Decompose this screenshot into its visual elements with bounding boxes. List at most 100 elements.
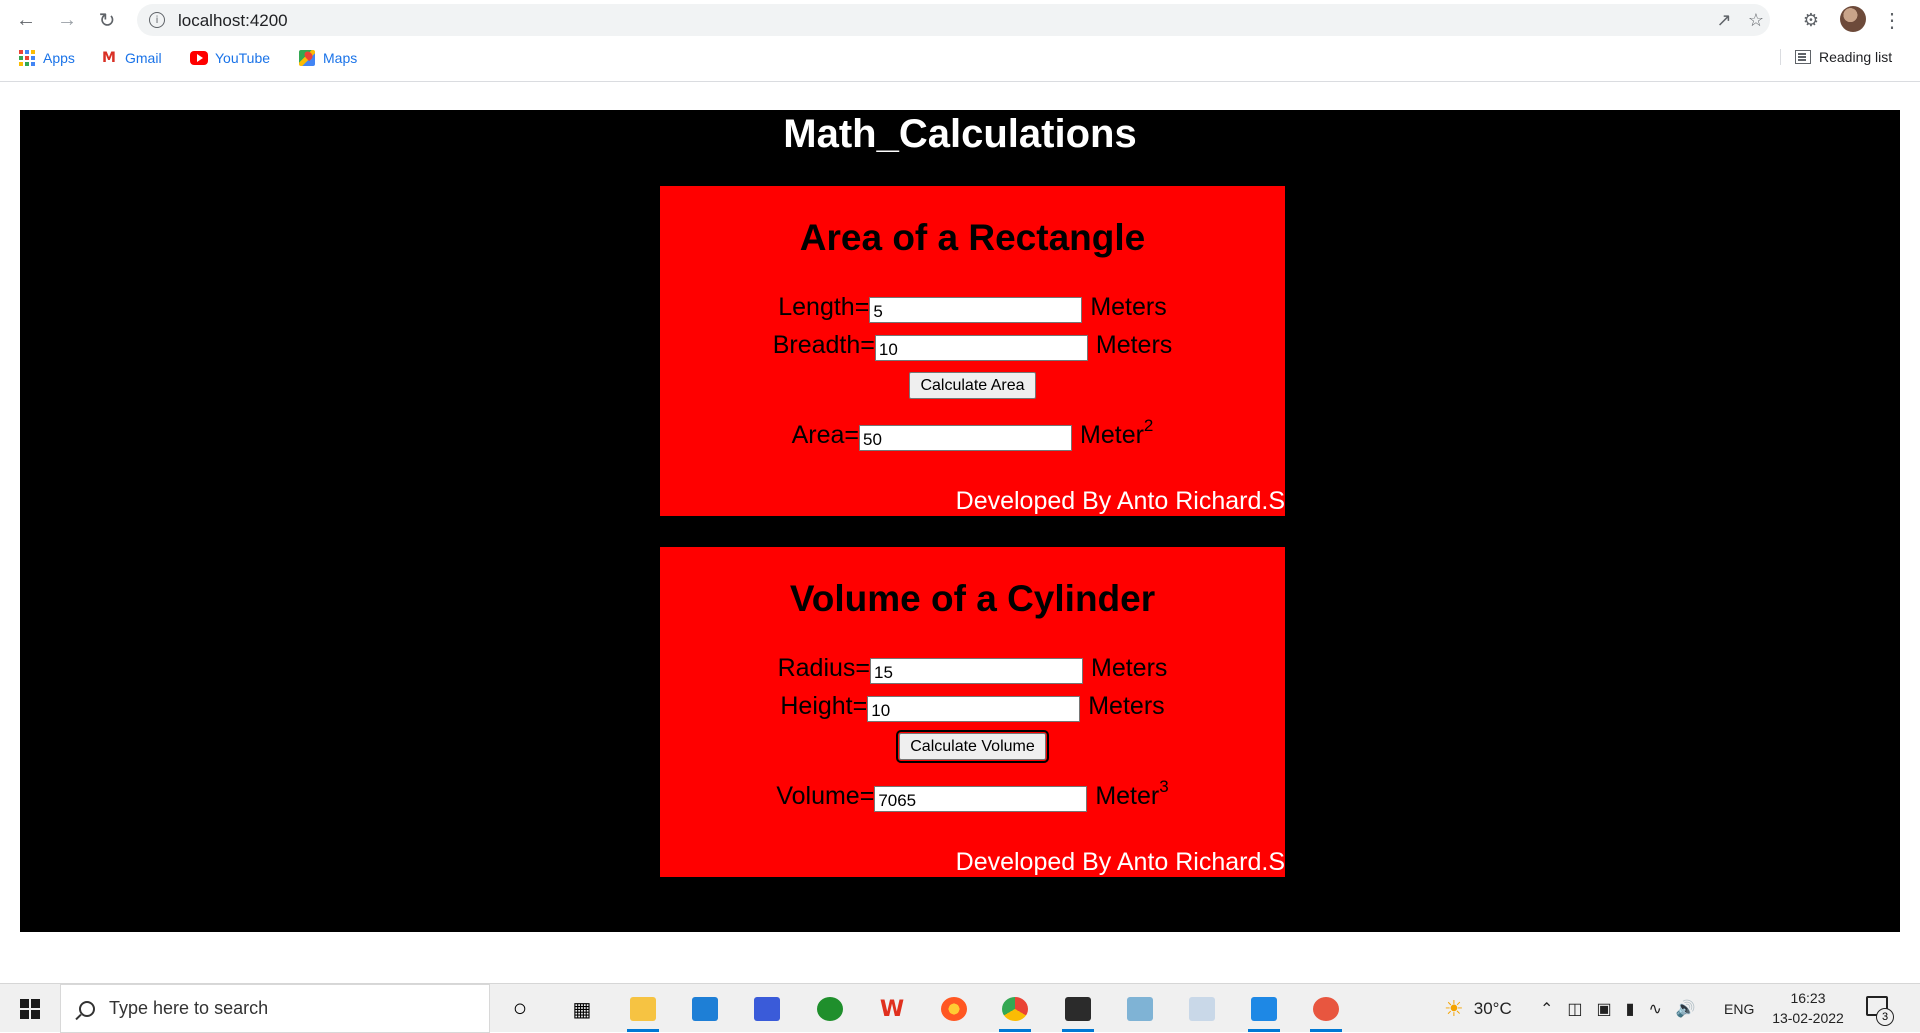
forward-icon[interactable]: → — [53, 6, 81, 34]
bookmark-maps[interactable]: Maps — [298, 49, 357, 67]
area-unit-text: Meter — [1080, 421, 1144, 449]
volume-row: Volume= Meter3 — [660, 773, 1285, 812]
apps-grid-icon — [18, 49, 36, 67]
area-label: Area= — [791, 421, 860, 449]
calculate-area-row: Calculate Area — [660, 372, 1285, 399]
card-title: Volume of a Cylinder — [789, 578, 1156, 619]
mail-icon[interactable] — [687, 992, 723, 1026]
bookmark-gmail[interactable]: M Gmail — [100, 49, 162, 67]
volume-unit-exponent: 3 — [1159, 777, 1169, 796]
reading-list-label: Reading list — [1819, 49, 1893, 65]
height-input[interactable] — [867, 696, 1081, 722]
length-label: Length= — [778, 293, 870, 321]
back-icon[interactable]: ← — [12, 6, 40, 34]
notification-badge: 3 — [1876, 1008, 1894, 1026]
volume-unit: Meter3 — [1095, 773, 1168, 810]
height-unit: Meters — [1088, 692, 1165, 720]
chrome-icon[interactable] — [997, 992, 1033, 1032]
wifi-icon[interactable]: ∿ — [1648, 999, 1661, 1019]
developer-credit: Developed By Anto Richard.S — [955, 848, 1285, 876]
app-container: Math_Calculations Area of a Rectangle Le… — [20, 110, 1900, 932]
radius-label: Radius= — [777, 654, 870, 682]
developer-credit: Developed By Anto Richard.S — [955, 487, 1285, 515]
radius-row: Radius= Meters — [660, 654, 1285, 684]
length-input[interactable] — [869, 297, 1083, 323]
youtube-icon — [190, 49, 208, 67]
search-placeholder: Type here to search — [109, 998, 269, 1018]
paint-icon[interactable] — [1184, 992, 1220, 1026]
cylinder-volume-card: Volume of a Cylinder Radius= Meters Heig… — [660, 547, 1285, 877]
volume-output[interactable] — [874, 786, 1088, 812]
taskbar-search[interactable]: Type here to search — [60, 984, 490, 1033]
area-row: Area= Meter2 — [660, 412, 1285, 451]
language-indicator[interactable]: ENG — [1724, 984, 1754, 1033]
reload-icon[interactable]: ↻ — [93, 6, 121, 34]
reading-list-icon — [1795, 50, 1811, 64]
area-output[interactable] — [859, 425, 1073, 451]
bookmark-star-icon[interactable]: ☆ — [1745, 9, 1767, 31]
url-text: localhost:4200 — [178, 11, 288, 30]
clock-time: 16:23 — [1790, 990, 1826, 1006]
xbox-icon[interactable] — [812, 992, 848, 1026]
windows-taskbar: Type here to search ○ ▦ W ☀ 30°C ⌃ ◫ ▣ ▮… — [0, 983, 1920, 1033]
tray-app-icon[interactable]: ▣ — [1597, 999, 1612, 1019]
breadth-label: Breadth= — [772, 331, 875, 359]
calculate-area-button[interactable]: Calculate Area — [909, 372, 1036, 399]
card-title: Area of a Rectangle — [799, 217, 1146, 258]
height-label: Height= — [780, 692, 868, 720]
windows-start-icon[interactable] — [20, 999, 40, 1019]
git-icon[interactable] — [1308, 992, 1344, 1032]
extensions-icon[interactable]: ⚙ — [1797, 6, 1825, 34]
bookmarks-bar: Apps M Gmail YouTube Maps Reading list — [0, 46, 1920, 72]
length-row: Length= Meters — [660, 293, 1285, 323]
breadth-unit: Meters — [1095, 331, 1173, 359]
powerautomate-icon[interactable] — [749, 992, 785, 1026]
volume-label: Volume= — [776, 782, 875, 810]
battery-icon[interactable]: ▮ — [1626, 999, 1635, 1019]
bookmark-label: Apps — [43, 50, 75, 66]
profile-avatar[interactable] — [1840, 6, 1866, 32]
clock[interactable]: 16:23 13-02-2022 — [1766, 988, 1850, 1028]
volume-icon[interactable]: 🔊 — [1676, 999, 1696, 1019]
site-info-icon[interactable]: i — [149, 12, 165, 28]
share-icon[interactable]: ↗ — [1713, 9, 1735, 31]
length-unit: Meters — [1090, 293, 1167, 321]
radius-unit: Meters — [1091, 654, 1168, 682]
file-explorer-icon[interactable] — [625, 992, 661, 1032]
maps-icon — [298, 49, 316, 67]
area-unit-exponent: 2 — [1143, 416, 1154, 435]
tray-device-icon[interactable]: ◫ — [1567, 999, 1582, 1019]
bookmark-apps[interactable]: Apps — [18, 49, 75, 67]
wps-office-icon[interactable]: W — [874, 992, 910, 1026]
radius-input[interactable] — [870, 658, 1083, 684]
rectangle-area-card: Area of a Rectangle Length= Meters Bread… — [660, 186, 1285, 516]
menu-kebab-icon[interactable]: ⋮ — [1878, 6, 1906, 34]
breadth-row: Breadth= Meters — [660, 331, 1285, 361]
tray-chevron-icon[interactable]: ⌃ — [1540, 999, 1553, 1019]
gmail-icon: M — [102, 50, 116, 66]
volume-unit-text: Meter — [1095, 782, 1160, 810]
app-title: Math_Calculations — [783, 112, 1137, 156]
calculate-volume-button[interactable]: Calculate Volume — [896, 730, 1049, 763]
weather-temp: 30°C — [1473, 998, 1512, 1018]
vscode-icon[interactable] — [1246, 992, 1282, 1032]
breadth-input[interactable] — [874, 335, 1088, 361]
bookmark-label: YouTube — [215, 50, 271, 66]
system-tray: ⌃ ◫ ▣ ▮ ∿ 🔊 — [1540, 984, 1696, 1033]
cortana-icon[interactable]: ○ — [502, 992, 538, 1026]
clock-date: 13-02-2022 — [1772, 1010, 1844, 1026]
address-bar[interactable]: i localhost:4200 ↗ ☆ — [137, 4, 1770, 36]
weather-widget[interactable]: ☀ 30°C — [1444, 984, 1512, 1033]
search-icon — [79, 1000, 95, 1017]
height-row: Height= Meters — [660, 692, 1285, 722]
area-unit: Meter2 — [1080, 412, 1153, 449]
firefox-icon[interactable] — [936, 992, 972, 1026]
calculate-volume-row: Calculate Volume — [660, 730, 1285, 763]
reading-list-button[interactable]: Reading list — [1780, 49, 1892, 65]
notepad-icon[interactable] — [1122, 992, 1158, 1026]
terminal-icon[interactable] — [1060, 992, 1096, 1032]
bookmark-youtube[interactable]: YouTube — [190, 49, 270, 67]
weather-icon: ☀ — [1444, 995, 1464, 1021]
task-view-icon[interactable]: ▦ — [564, 992, 600, 1026]
bookmark-label: Maps — [323, 50, 358, 66]
